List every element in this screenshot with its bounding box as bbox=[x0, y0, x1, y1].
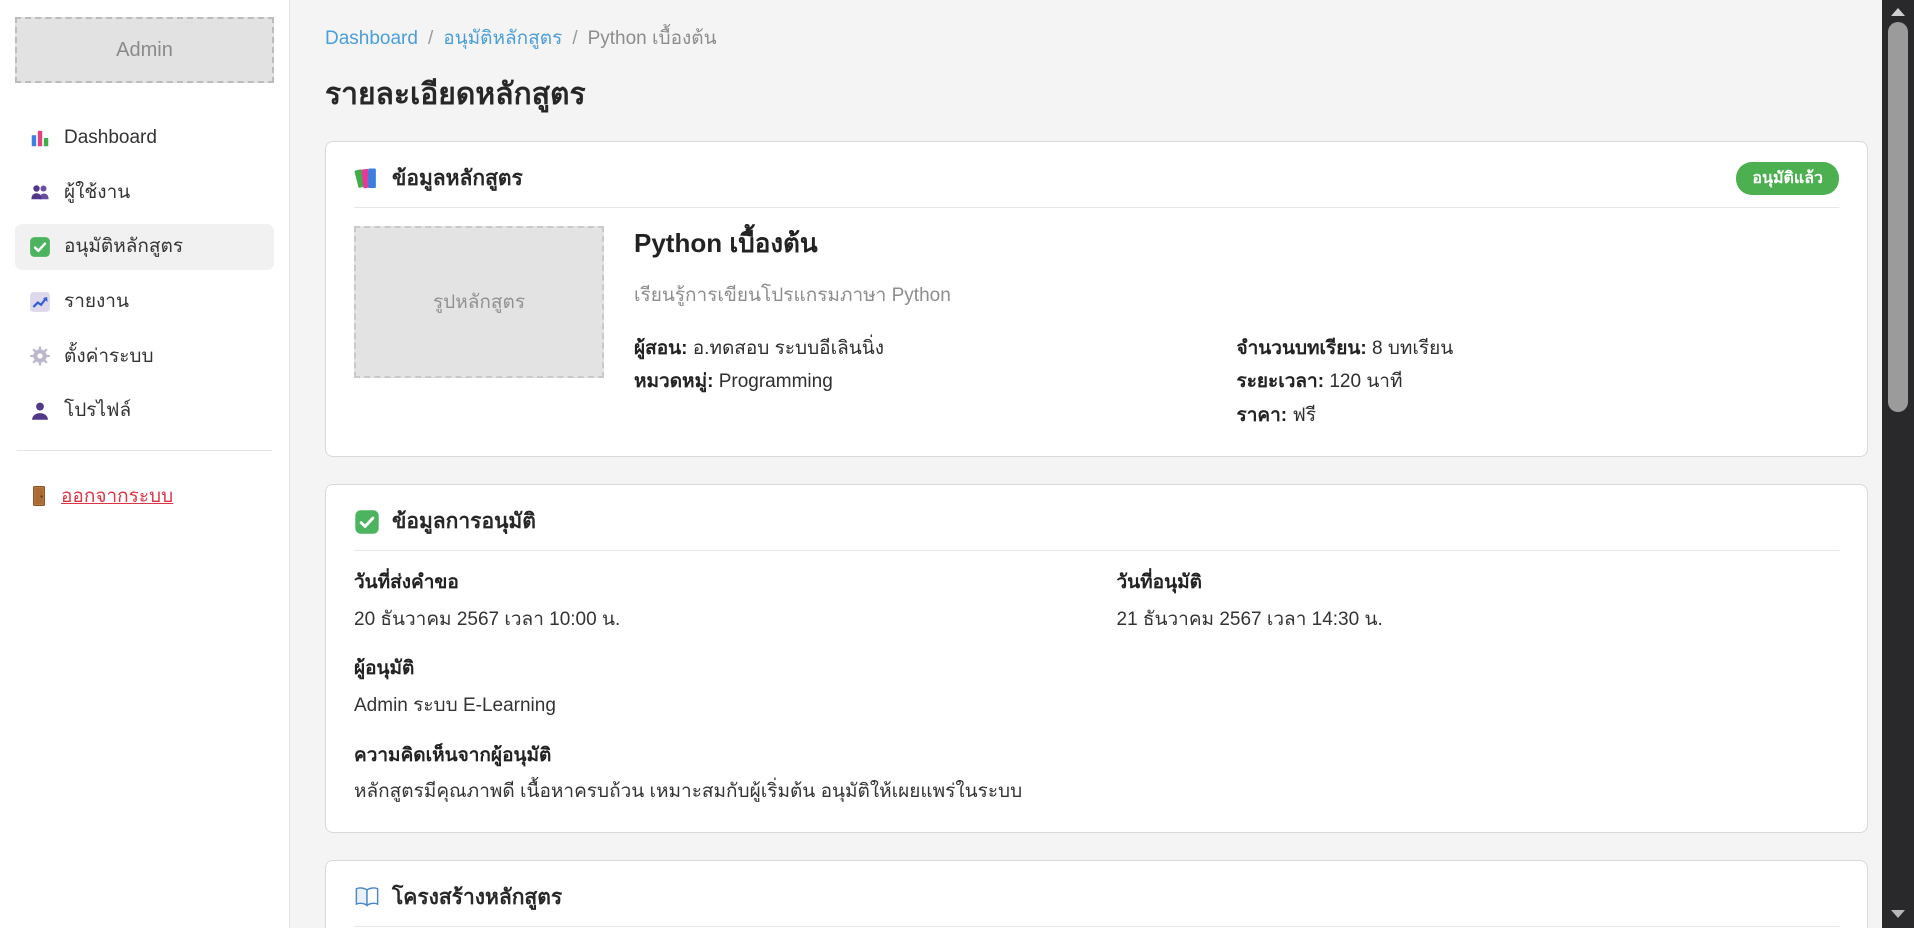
logout-link[interactable]: ออกจากระบบ bbox=[29, 481, 274, 511]
course-row: รูปหลักสูตร Python เบื้องต้น เรียนรู้การ… bbox=[354, 226, 1839, 434]
category-row: หมวดหมู่: Programming bbox=[634, 367, 1237, 396]
course-info-card: ข้อมูลหลักสูตร อนุมัติแล้ว รูปหลักสูตร P… bbox=[325, 141, 1868, 457]
users-icon bbox=[29, 181, 51, 203]
sidebar-item-label: ตั้งค่าระบบ bbox=[64, 344, 154, 370]
approver-value: Admin ระบบ E-Learning bbox=[354, 692, 1839, 720]
breadcrumb-link-approve-courses[interactable]: อนุมัติหลักสูตร bbox=[443, 26, 562, 53]
open-book-icon bbox=[354, 884, 380, 910]
approval-dates-row: วันที่ส่งคำขอ 20 ธันวาคม 2567 เวลา 10:00… bbox=[354, 569, 1839, 655]
sidebar-item-profile[interactable]: โปรไฟล์ bbox=[15, 388, 274, 434]
dashboard-icon bbox=[29, 127, 51, 149]
breadcrumb-link-dashboard[interactable]: Dashboard bbox=[325, 26, 418, 53]
breadcrumb-separator: / bbox=[428, 26, 433, 53]
approve-date-label: วันที่อนุมัติ bbox=[1117, 569, 1840, 597]
duration-value: 120 นาที bbox=[1329, 371, 1402, 392]
request-date-block: วันที่ส่งคำขอ 20 ธันวาคม 2567 เวลา 10:00… bbox=[354, 569, 1077, 633]
vertical-scrollbar[interactable] bbox=[1882, 0, 1914, 928]
course-meta: ผู้สอน: อ.ทดสอบ ระบบอีเลินนิ่ง หมวดหมู่:… bbox=[634, 334, 1839, 434]
card-divider bbox=[354, 207, 1839, 208]
course-description: เรียนรู้การเขียนโปรแกรมภาษา Python bbox=[634, 283, 1839, 310]
course-title: Python เบื้องต้น bbox=[634, 226, 1839, 261]
lessons-value: 8 บทเรียน bbox=[1372, 338, 1453, 359]
sidebar-item-label: Dashboard bbox=[64, 125, 157, 151]
gear-icon bbox=[29, 345, 51, 367]
page-title: รายละเอียดหลักสูตร bbox=[325, 75, 1868, 114]
structure-card-title: โครงสร้างหลักสูตร bbox=[392, 883, 562, 912]
approval-info-card: ข้อมูลการอนุมัติ วันที่ส่งคำขอ 20 ธันวาค… bbox=[325, 484, 1868, 833]
sidebar-nav: Dashboard ผู้ใช้งาน bbox=[15, 115, 274, 434]
breadcrumb-separator: / bbox=[572, 26, 577, 53]
triangle-up-icon bbox=[1891, 8, 1905, 16]
chart-increasing-icon bbox=[29, 291, 51, 313]
course-image-placeholder-label: รูปหลักสูตร bbox=[433, 287, 525, 317]
sidebar-item-settings[interactable]: ตั้งค่าระบบ bbox=[15, 334, 274, 380]
approver-block: ผู้อนุมัติ Admin ระบบ E-Learning bbox=[354, 655, 1839, 719]
check-square-icon bbox=[354, 509, 380, 535]
main-content: Dashboard / อนุมัติหลักสูตร / Python เบื… bbox=[290, 0, 1914, 928]
breadcrumb-current: Python เบื้องต้น bbox=[588, 26, 717, 53]
scrollbar-thumb[interactable] bbox=[1888, 22, 1908, 412]
sidebar-item-label: โปรไฟล์ bbox=[64, 398, 131, 424]
card-divider bbox=[354, 550, 1839, 551]
duration-label: ระยะเวลา: bbox=[1237, 371, 1325, 392]
logout-label: ออกจากระบบ bbox=[61, 481, 173, 511]
duration-row: ระยะเวลา: 120 นาที bbox=[1237, 367, 1840, 396]
instructor-label: ผู้สอน: bbox=[634, 338, 687, 359]
price-value: ฟรี bbox=[1292, 405, 1316, 426]
request-date-value: 20 ธันวาคม 2567 เวลา 10:00 น. bbox=[354, 606, 1077, 634]
approve-date-value: 21 ธันวาคม 2567 เวลา 14:30 น. bbox=[1117, 606, 1840, 634]
scrollbar-down-arrow[interactable] bbox=[1882, 904, 1914, 924]
sidebar-item-reports[interactable]: รายงาน bbox=[15, 279, 274, 325]
admin-logo-text: Admin bbox=[116, 39, 173, 62]
status-badge: อนุมัติแล้ว bbox=[1736, 162, 1839, 195]
approver-label: ผู้อนุมัติ bbox=[354, 655, 1839, 683]
sidebar-item-dashboard[interactable]: Dashboard bbox=[15, 115, 274, 161]
sidebar-divider bbox=[17, 450, 272, 451]
check-square-icon bbox=[29, 236, 51, 258]
instructor-value: อ.ทดสอบ ระบบอีเลินนิ่ง bbox=[693, 338, 884, 359]
sidebar-item-users[interactable]: ผู้ใช้งาน bbox=[15, 170, 274, 216]
lessons-row: จำนวนบทเรียน: 8 บทเรียน bbox=[1237, 334, 1840, 363]
comment-block: ความคิดเห็นจากผู้อนุมัติ หลักสูตรมีคุณภา… bbox=[354, 742, 1839, 806]
course-meta-right: จำนวนบทเรียน: 8 บทเรียน ระยะเวลา: 120 นา… bbox=[1237, 334, 1840, 434]
approval-card-header: ข้อมูลการอนุมัติ bbox=[354, 505, 1839, 550]
course-image-placeholder: รูปหลักสูตร bbox=[354, 226, 604, 378]
lessons-label: จำนวนบทเรียน: bbox=[1237, 338, 1367, 359]
request-date-label: วันที่ส่งคำขอ bbox=[354, 569, 1077, 597]
triangle-down-icon bbox=[1891, 910, 1905, 918]
approve-date-block: วันที่อนุมัติ 21 ธันวาคม 2567 เวลา 14:30… bbox=[1117, 569, 1840, 633]
admin-logo-placeholder: Admin bbox=[15, 17, 274, 83]
books-icon bbox=[354, 165, 380, 191]
sidebar: Admin Dashboard bbox=[0, 0, 290, 928]
sidebar-item-label: ผู้ใช้งาน bbox=[64, 180, 130, 206]
approval-card-title: ข้อมูลการอนุมัติ bbox=[392, 507, 536, 536]
structure-card-header: โครงสร้างหลักสูตร bbox=[354, 881, 1839, 926]
door-icon bbox=[29, 485, 49, 507]
sidebar-item-approve-courses[interactable]: อนุมัติหลักสูตร bbox=[15, 224, 274, 270]
course-card-header: ข้อมูลหลักสูตร อนุมัติแล้ว bbox=[354, 162, 1839, 207]
price-label: ราคา: bbox=[1237, 405, 1288, 426]
instructor-row: ผู้สอน: อ.ทดสอบ ระบบอีเลินนิ่ง bbox=[634, 334, 1237, 363]
sidebar-item-label: อนุมัติหลักสูตร bbox=[64, 234, 183, 260]
course-card-title: ข้อมูลหลักสูตร bbox=[392, 164, 523, 193]
course-structure-card: โครงสร้างหลักสูตร bbox=[325, 860, 1868, 928]
breadcrumb: Dashboard / อนุมัติหลักสูตร / Python เบื… bbox=[325, 26, 1868, 53]
category-label: หมวดหมู่: bbox=[634, 371, 713, 392]
scrollbar-up-arrow[interactable] bbox=[1882, 2, 1914, 22]
comment-value: หลักสูตรมีคุณภาพดี เนื้อหาครบถ้วน เหมาะส… bbox=[354, 778, 1839, 806]
comment-label: ความคิดเห็นจากผู้อนุมัติ bbox=[354, 742, 1839, 770]
person-icon bbox=[29, 400, 51, 422]
price-row: ราคา: ฟรี bbox=[1237, 401, 1840, 430]
course-meta-left: ผู้สอน: อ.ทดสอบ ระบบอีเลินนิ่ง หมวดหมู่:… bbox=[634, 334, 1237, 434]
category-value: Programming bbox=[719, 371, 833, 392]
card-divider bbox=[354, 926, 1839, 927]
course-info: Python เบื้องต้น เรียนรู้การเขียนโปรแกรม… bbox=[634, 226, 1839, 434]
sidebar-item-label: รายงาน bbox=[64, 289, 129, 315]
